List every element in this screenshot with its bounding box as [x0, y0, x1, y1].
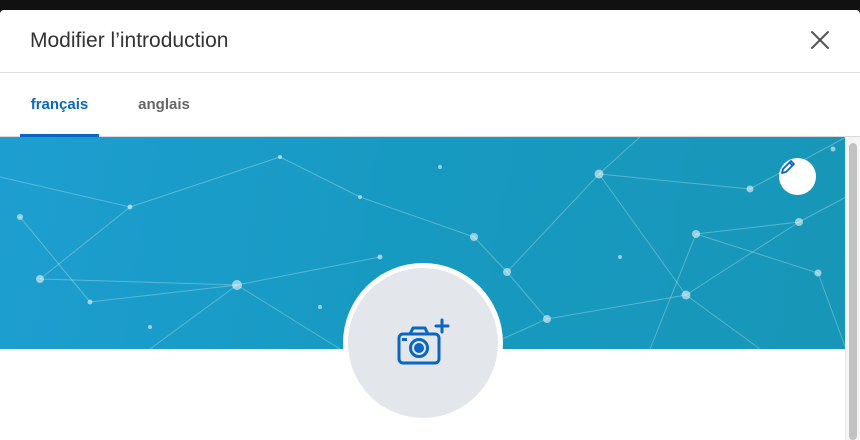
tab-anglais[interactable]: anglais [123, 72, 205, 136]
tab-francais[interactable]: français [20, 72, 99, 136]
pencil-icon [781, 160, 795, 174]
edit-banner-button[interactable] [779, 158, 816, 195]
background-strip [0, 0, 860, 10]
dialog-content [0, 137, 846, 440]
language-tabs: français anglais [0, 72, 860, 137]
scrollbar-thumb[interactable] [849, 143, 857, 440]
close-button[interactable] [806, 26, 834, 54]
camera-add-icon [397, 318, 450, 365]
dialog-header: Modifier l’introduction [0, 10, 860, 73]
tab-label: français [30, 95, 89, 113]
close-icon [811, 31, 829, 49]
add-profile-photo-button[interactable] [348, 268, 498, 418]
tab-label: anglais [138, 95, 190, 113]
edit-intro-dialog: Modifier l’introduction français anglais [0, 10, 860, 440]
dialog-scrollbar[interactable] [845, 137, 860, 440]
profile-photo-frame [343, 263, 503, 423]
dialog-title: Modifier l’introduction [30, 29, 229, 52]
